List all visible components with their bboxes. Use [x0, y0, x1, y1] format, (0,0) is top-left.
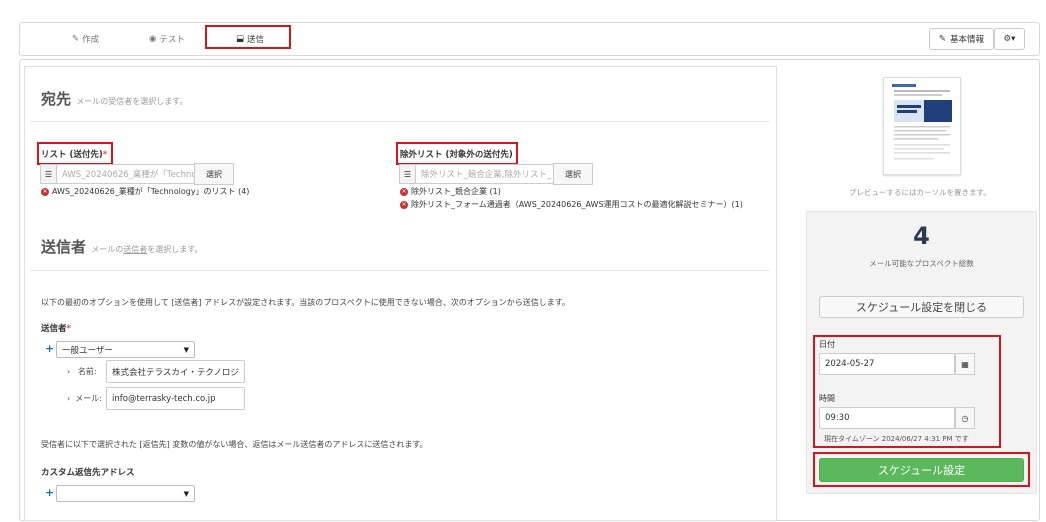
- highlight-datetime: [813, 335, 1001, 448]
- exclude-list-input[interactable]: 除外リスト_競合企業,除外リスト_: [415, 164, 554, 184]
- sender-email-input[interactable]: info@terrasky-tech.co.jp: [106, 387, 245, 410]
- name-row-label: › 名前:: [67, 367, 97, 376]
- email-preview-image: [884, 78, 960, 174]
- close-schedule-button[interactable]: スケジュール設定を閉じる: [819, 296, 1024, 318]
- prospect-count-label: メール可能なプロスペクト総数: [869, 259, 974, 268]
- remove-icon[interactable]: ✕: [400, 187, 408, 196]
- list-icon: ☰: [40, 164, 57, 184]
- tab-test[interactable]: ◉ テスト: [149, 33, 185, 45]
- preview-hint: プレビューするにはカーソルを置きます。: [849, 188, 991, 197]
- timezone-note: 現在タイムゾーン 2024/06/27 4:31 PM です: [824, 435, 969, 443]
- sender-help-link[interactable]: 送信者: [123, 245, 147, 254]
- selected-list-tag: ✕ AWS_20240626_業種が「Technology」のリスト (4): [41, 187, 250, 196]
- sender-description: 以下の最初のオプションを使用して [送信者] アドレスが設定されます。当該のプロ…: [41, 298, 570, 307]
- exclude-list-icon: ☰: [399, 164, 416, 184]
- exclude-select-button[interactable]: 選択: [553, 163, 593, 185]
- divider: [30, 121, 770, 122]
- list-input[interactable]: AWS_20240626_業種が「Techno: [56, 164, 195, 184]
- chevron-down-icon: ▼: [183, 345, 189, 354]
- reply-description: 受信者に以下で選択された [返信先] 変数の値がない場合、返信はメール送信者のア…: [41, 440, 428, 449]
- add-icon[interactable]: +: [45, 486, 54, 499]
- schedule-submit-button[interactable]: スケジュール設定: [819, 458, 1024, 482]
- date-label: 日付: [819, 340, 835, 349]
- gear-icon: ⚙▾: [1003, 34, 1016, 44]
- sender-select[interactable]: 一般ユーザー ▼: [56, 341, 195, 358]
- highlight-exclude-label: [396, 142, 518, 165]
- date-input[interactable]: 2024-05-27: [819, 353, 955, 375]
- recipients-title: 宛先 メールの受信者を選択します。: [41, 90, 188, 108]
- basic-info-button[interactable]: ✎ 基本情報: [929, 28, 994, 50]
- list-select-button[interactable]: 選択: [194, 163, 234, 185]
- main-form-panel: [24, 66, 777, 521]
- pencil-icon: ✎: [938, 34, 947, 44]
- highlight-send-tab: [205, 25, 291, 49]
- reply-to-select[interactable]: ▼: [56, 485, 195, 502]
- remove-icon[interactable]: ✕: [400, 200, 408, 209]
- email-preview-thumbnail[interactable]: [883, 77, 961, 175]
- time-label: 時間: [819, 394, 835, 403]
- highlight-list-label: [37, 142, 113, 165]
- prospect-count: 4: [913, 222, 930, 250]
- excluded-list-tag: ✕ 除外リスト_競合企業 (1): [400, 187, 501, 196]
- reply-to-label: カスタム返信先アドレス: [41, 468, 135, 478]
- divider: [30, 270, 770, 271]
- target-icon: ◉: [149, 34, 157, 44]
- calendar-icon[interactable]: ▦: [955, 353, 975, 375]
- time-input[interactable]: 09:30: [819, 407, 955, 429]
- edit-icon: ✎: [72, 34, 80, 44]
- sender-label: 送信者*: [41, 324, 71, 334]
- add-icon[interactable]: +: [45, 342, 54, 355]
- clock-icon[interactable]: ◷: [955, 407, 975, 429]
- settings-dropdown-button[interactable]: ⚙▾: [994, 28, 1025, 50]
- excluded-list-tag: ✕ 除外リスト_フォーム通過者（AWS_20240626_AWS運用コストの最適…: [400, 200, 743, 209]
- sender-name-input[interactable]: 株式会社テラスカイ・テクノロジ: [106, 360, 245, 383]
- email-row-label: › メール:: [67, 394, 102, 403]
- chevron-down-icon: ▼: [183, 489, 189, 498]
- tab-create[interactable]: ✎ 作成: [72, 33, 99, 45]
- remove-icon[interactable]: ✕: [41, 187, 49, 196]
- sender-title: 送信者 メールの送信者を選択します。: [41, 238, 203, 256]
